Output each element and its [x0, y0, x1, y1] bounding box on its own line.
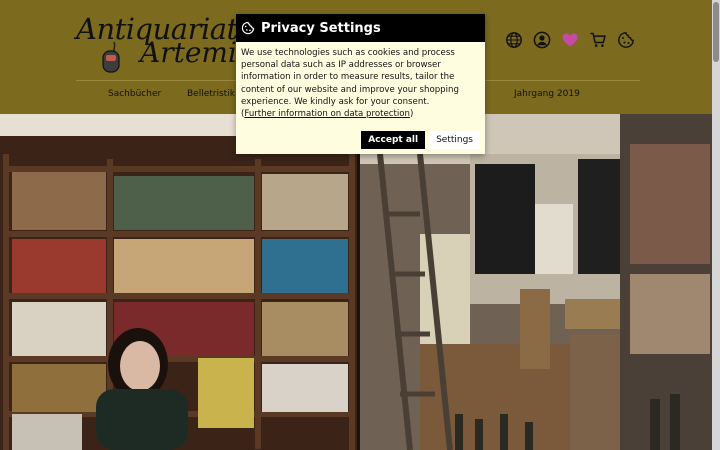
mouse-icon — [102, 41, 120, 73]
nav-item-jahrgang-2019[interactable]: Jahrgang 2019 — [514, 89, 580, 99]
privacy-dialog-header: Privacy Settings — [236, 14, 485, 42]
privacy-info-link[interactable]: Further information on data protection — [244, 109, 410, 119]
privacy-settings-dialog: Privacy Settings We use technologies suc… — [236, 14, 485, 154]
shop-interior-photo — [360, 114, 720, 450]
cookie-icon[interactable] — [615, 29, 637, 51]
scrollbar-thumb[interactable] — [713, 2, 719, 62]
privacy-dialog-text: We use technologies such as cookies and … — [241, 48, 459, 107]
hero-images — [0, 114, 720, 450]
privacy-dialog-title: Privacy Settings — [261, 20, 381, 36]
privacy-dialog-body: We use technologies such as cookies and … — [241, 48, 459, 120]
settings-button[interactable]: Settings — [429, 131, 480, 149]
accept-all-button[interactable]: Accept all — [361, 131, 426, 149]
nav-item-belletristik[interactable]: Belletristik — [187, 89, 235, 99]
page-scrollbar[interactable] — [712, 0, 720, 450]
globe-icon[interactable] — [503, 29, 525, 51]
cookie-icon — [241, 21, 255, 35]
account-icon[interactable] — [531, 29, 553, 51]
logo-line-2: Artemis — [140, 36, 252, 69]
cart-icon[interactable] — [587, 29, 609, 51]
header-icons — [503, 29, 637, 51]
bookshelf-photo — [0, 114, 357, 450]
privacy-dialog-actions: Accept all Settings — [361, 131, 480, 149]
site-logo[interactable]: Antiquariat Artemis — [74, 10, 251, 73]
nav-item-sachbuecher[interactable]: Sachbücher — [108, 89, 161, 99]
heart-icon[interactable] — [559, 29, 581, 51]
